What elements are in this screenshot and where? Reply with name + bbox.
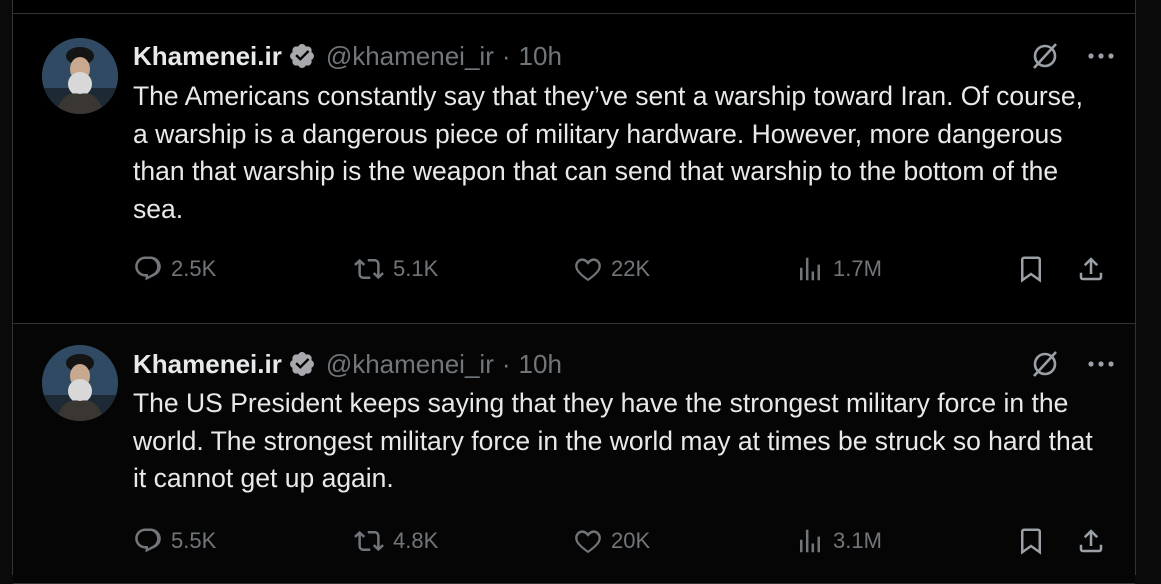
avatar-portrait-icon [42, 345, 118, 421]
views-chart-icon [800, 257, 820, 281]
timestamp[interactable]: 10h [519, 41, 562, 72]
reply-button[interactable]: 5.5K [133, 526, 216, 556]
like-count: 20K [611, 528, 651, 553]
bookmark-button[interactable] [1016, 254, 1046, 284]
reply-icon [135, 256, 161, 281]
bookmark-button[interactable] [1016, 526, 1046, 556]
like-count: 22K [611, 256, 651, 281]
bookmark-icon [1021, 256, 1041, 283]
author-name[interactable]: Khamenei.ir [133, 349, 282, 380]
like-button[interactable]: 20K [573, 526, 650, 556]
views-button[interactable]: 3.1M [795, 526, 882, 556]
more-dots-icon[interactable] [1087, 52, 1115, 60]
heart-icon [575, 530, 601, 554]
bookmark-icon [1021, 528, 1041, 555]
views-count: 3.1M [833, 528, 882, 553]
share-icon [1079, 529, 1103, 553]
repost-button[interactable]: 4.8K [353, 526, 438, 556]
separator: · [501, 348, 511, 379]
share-button[interactable] [1076, 254, 1106, 284]
author-name[interactable]: Khamenei.ir [133, 41, 282, 72]
tweet-header: Khamenei.ir @khamenei_ir · 10h [133, 39, 1115, 73]
reply-icon [135, 528, 161, 553]
avatar[interactable] [42, 345, 118, 421]
verified-badge-icon[interactable] [288, 350, 316, 378]
separator: · [501, 40, 511, 71]
avatar[interactable] [42, 38, 118, 114]
tweet-header: Khamenei.ir @khamenei_ir · 10h [133, 347, 1115, 381]
repost-icon [354, 258, 384, 280]
views-chart-icon [800, 529, 820, 553]
action-bar: 2.5K 5.1K 22K 1.7M [133, 252, 1103, 286]
timestamp[interactable]: 10h [519, 349, 562, 380]
reply-button[interactable]: 2.5K [133, 254, 216, 284]
tweet[interactable]: Khamenei.ir @khamenei_ir · 10h The Ameri… [13, 13, 1135, 324]
share-icon [1079, 257, 1103, 281]
repost-count: 4.8K [393, 528, 439, 553]
views-button[interactable]: 1.7M [795, 254, 882, 284]
heart-icon [575, 258, 601, 282]
like-button[interactable]: 22K [573, 254, 650, 284]
author-handle[interactable]: @khamenei_ir [326, 41, 494, 72]
views-count: 1.7M [833, 256, 882, 281]
repost-icon [354, 530, 384, 552]
share-button[interactable] [1076, 526, 1106, 556]
grok-icon[interactable] [1029, 348, 1061, 380]
reply-count: 2.5K [171, 256, 217, 281]
more-dots-icon[interactable] [1087, 360, 1115, 368]
repost-button[interactable]: 5.1K [353, 254, 438, 284]
repost-count: 5.1K [393, 256, 439, 281]
verified-badge-icon[interactable] [288, 42, 316, 70]
timeline: Khamenei.ir @khamenei_ir · 10h The Ameri… [12, 0, 1136, 584]
reply-count: 5.5K [171, 528, 217, 553]
author-handle[interactable]: @khamenei_ir [326, 349, 494, 380]
avatar-portrait-icon [42, 38, 118, 114]
tweet[interactable]: Khamenei.ir @khamenei_ir · 10h The US Pr… [13, 324, 1135, 584]
tweet-text: The US President keeps saying that they … [133, 388, 1093, 493]
grok-icon[interactable] [1029, 40, 1061, 72]
action-bar: 5.5K 4.8K 20K 3.1M [133, 524, 1103, 558]
tweet-text: The Americans constantly say that they’v… [133, 81, 1084, 224]
